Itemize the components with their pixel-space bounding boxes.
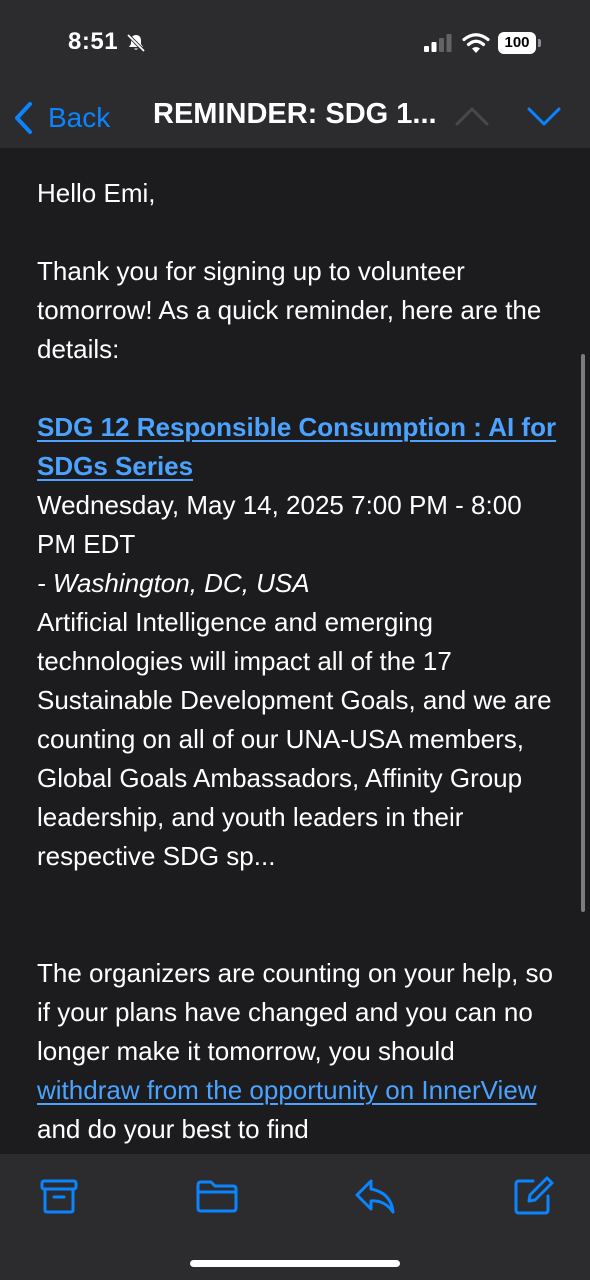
navigation-bar: Back REMINDER: SDG 1... [0, 88, 590, 148]
folder-icon[interactable] [195, 1174, 239, 1218]
event-datetime: Wednesday, May 14, 2025 7:00 PM - 8:00 P… [37, 490, 522, 559]
chevron-left-icon [15, 102, 32, 134]
closing-text-before-link: The organizers are counting on your help… [37, 958, 553, 1066]
back-button[interactable]: Back [12, 96, 110, 140]
event-details: SDG 12 Responsible Consumption : AI for … [37, 408, 557, 876]
home-indicator [190, 1260, 400, 1267]
event-description: Artificial Intelligence and emerging tec… [37, 607, 552, 871]
closing-text-after-link: and do your best to find [37, 1114, 309, 1144]
email-subject-title: REMINDER: SDG 1... [153, 98, 437, 130]
status-time: 8:51 [68, 28, 119, 55]
greeting: Hello Emi, [37, 178, 156, 208]
top-bar: 8:51 100 Back REMINDER: SDG 1... [0, 0, 590, 148]
battery-level: 100 [498, 32, 536, 54]
event-title-link[interactable]: SDG 12 Responsible Consumption : AI for … [37, 412, 556, 481]
battery-cap [538, 39, 541, 47]
battery-indicator: 100 [498, 32, 542, 54]
intro-paragraph: Thank you for signing up to volunteer to… [37, 256, 542, 364]
back-label: Back [48, 102, 111, 133]
wifi-icon [462, 33, 490, 53]
withdraw-link[interactable]: withdraw from the opportunity on InnerVi… [37, 1075, 537, 1105]
cellular-signal-icon [424, 34, 452, 52]
email-body: Hello Emi, Thank you for signing up to v… [0, 148, 590, 1154]
closing-paragraph: The organizers are counting on your help… [37, 954, 557, 1149]
event-location: - Washington, DC, USA [37, 568, 310, 598]
compose-icon[interactable] [511, 1174, 555, 1218]
next-message-chevron-down-icon[interactable] [524, 100, 564, 132]
bell-slash-icon [126, 33, 146, 53]
archive-icon[interactable] [37, 1174, 81, 1218]
previous-message-chevron-up-icon[interactable] [452, 100, 492, 132]
reply-icon[interactable] [353, 1174, 397, 1218]
scrollbar[interactable] [581, 354, 585, 912]
status-bar: 8:51 100 [0, 0, 590, 88]
